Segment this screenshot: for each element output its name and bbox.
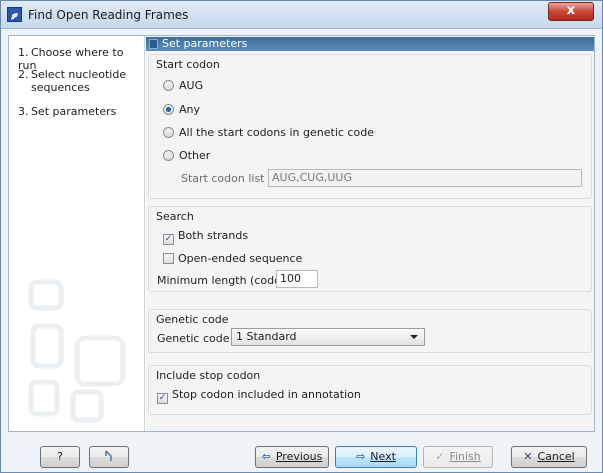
- cancel-button[interactable]: ✕ Cancel: [511, 446, 587, 468]
- radio-icon[interactable]: [163, 127, 174, 138]
- app-icon: 𝓰: [7, 7, 22, 22]
- open-ended-checkbox[interactable]: Open-ended sequence: [163, 252, 302, 265]
- reset-button[interactable]: [89, 446, 129, 468]
- search-title: Search: [156, 210, 194, 223]
- header-marker-icon: [149, 39, 158, 49]
- dialog-content: 1. Choose where to run 2. Select nucleotid…: [8, 35, 595, 432]
- radio-selected-icon[interactable]: [163, 104, 174, 115]
- panel-header: Set parameters: [146, 37, 594, 51]
- dialog-window: 𝓰 Find Open Reading Frames x 1. Choose wh…: [0, 0, 603, 473]
- radio-any[interactable]: Any: [163, 103, 200, 116]
- help-button[interactable]: ?: [40, 446, 80, 468]
- stop-codon-checkbox[interactable]: ✓ Stop codon included in annotation: [157, 388, 361, 404]
- checkmark-icon: ✓: [435, 450, 445, 463]
- finish-button[interactable]: ✓ Finish: [423, 446, 493, 468]
- both-strands-checkbox[interactable]: ✓ Both strands: [163, 229, 248, 245]
- checkbox-checked-icon[interactable]: ✓: [163, 234, 174, 245]
- arrow-right-icon: ⇨: [356, 450, 366, 463]
- radio-all-start-codons[interactable]: All the start codons in genetic code: [163, 126, 374, 139]
- genetic-code-group: Genetic code Genetic code 1 Standard: [148, 309, 592, 353]
- decorative-squares-icon: [28, 279, 126, 423]
- stop-codon-title: Include stop codon: [156, 369, 261, 382]
- radio-icon[interactable]: [163, 80, 174, 91]
- cancel-x-icon: ✕: [523, 450, 533, 463]
- step-set-parameters: 3. Set parameters: [18, 105, 117, 118]
- search-group: Search ✓ Both strands Open-ended sequence…: [148, 206, 592, 292]
- chevron-down-icon[interactable]: [410, 335, 418, 339]
- checkbox-checked-icon[interactable]: ✓: [157, 393, 168, 404]
- previous-button[interactable]: ⇦ Previous: [255, 446, 329, 468]
- window-title: Find Open Reading Frames: [28, 8, 189, 22]
- step-select-sequences: 2. Select nucleotide sequences: [18, 68, 127, 94]
- stop-codon-group: Include stop codon ✓ Stop codon included …: [148, 365, 592, 415]
- arrow-left-icon: ⇦: [261, 450, 271, 463]
- genetic-code-title: Genetic code: [156, 313, 229, 326]
- parameters-panel: Set parameters Start codon AUG Any All t…: [146, 36, 594, 431]
- radio-aug[interactable]: AUG: [163, 79, 203, 92]
- title-bar[interactable]: 𝓰 Find Open Reading Frames x: [1, 1, 602, 29]
- radio-icon[interactable]: [163, 150, 174, 161]
- dialog-footer: ? ⇦ Previous ⇨ Next ✓ Finish ✕ Cancel: [1, 438, 602, 472]
- minimum-length-input[interactable]: 100: [276, 270, 318, 288]
- checkbox-icon[interactable]: [163, 253, 174, 264]
- genetic-code-dropdown[interactable]: 1 Standard: [231, 328, 425, 346]
- close-button[interactable]: x: [548, 2, 594, 21]
- next-button[interactable]: ⇨ Next: [335, 446, 417, 468]
- radio-other[interactable]: Other: [163, 149, 210, 162]
- start-codon-list-label: Start codon list: [181, 172, 265, 185]
- reset-icon: [105, 450, 112, 461]
- start-codon-title: Start codon: [156, 58, 220, 71]
- start-codon-group: Start codon AUG Any All the start codons…: [148, 54, 592, 199]
- wizard-steps: 1. Choose where to run 2. Select nucleotid…: [9, 36, 145, 431]
- genetic-code-label: Genetic code: [157, 332, 230, 345]
- start-codon-list-field[interactable]: AUG,CUG,UUG: [268, 169, 582, 187]
